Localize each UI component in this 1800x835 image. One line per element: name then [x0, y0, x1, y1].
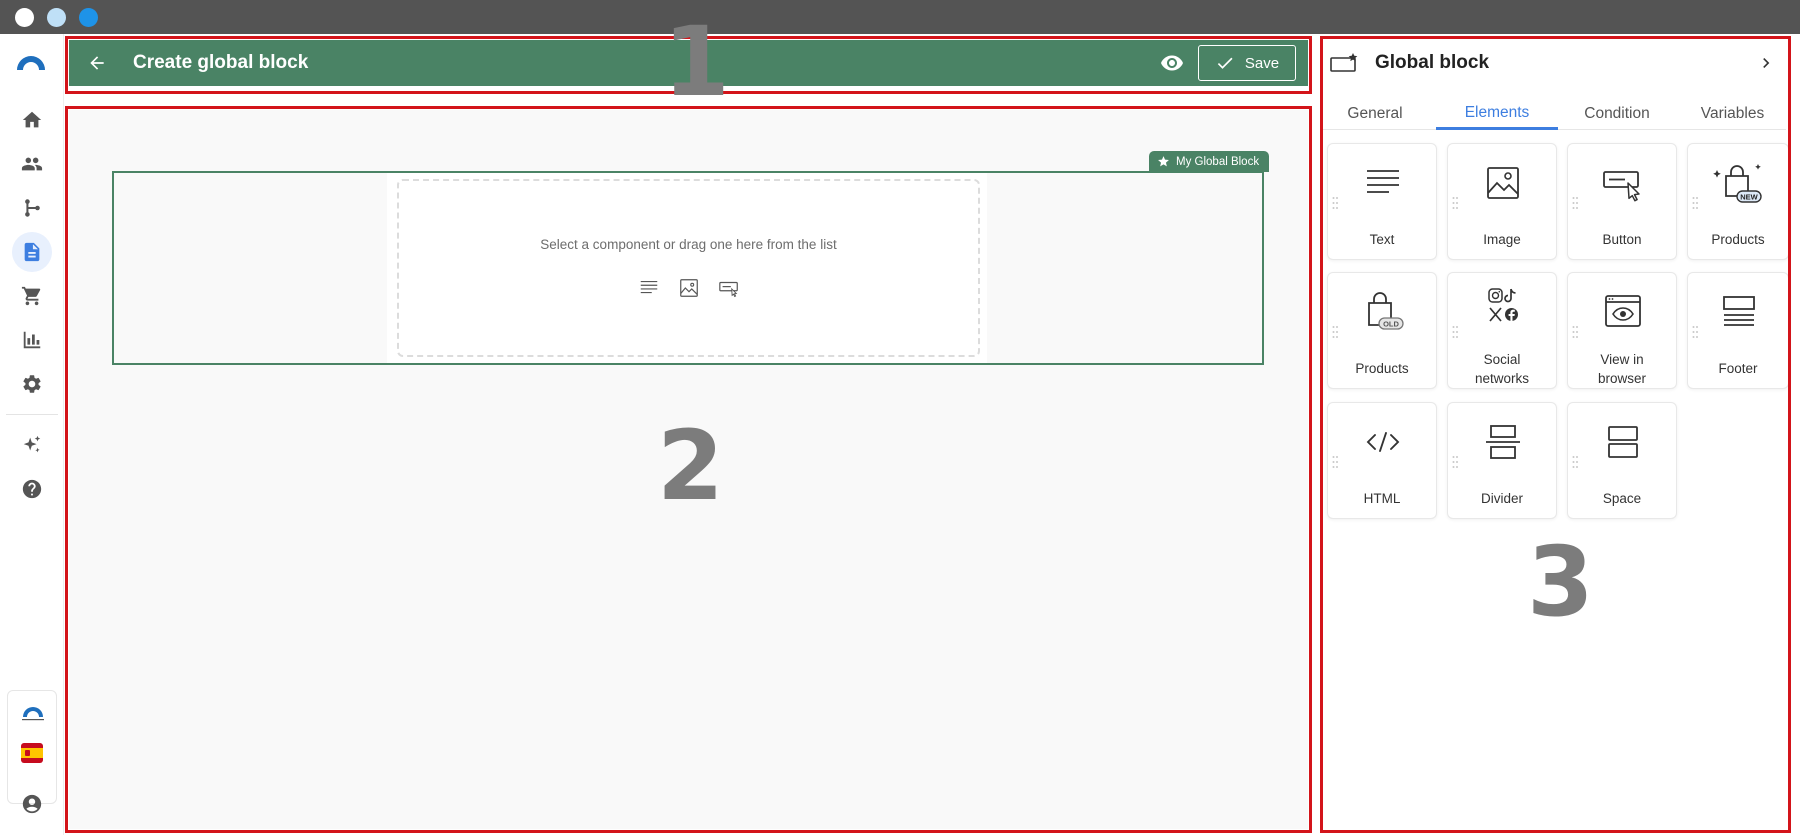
close-dot[interactable]: [15, 8, 34, 27]
nav-divider: [6, 414, 58, 415]
nav-item-home[interactable]: [12, 100, 52, 140]
annotation-number-1: 1: [663, 6, 730, 118]
nav-item-ai[interactable]: [12, 425, 52, 465]
nav-item-contacts[interactable]: [12, 144, 52, 184]
help-circle-icon: [22, 479, 42, 499]
nav-item-analytics[interactable]: [12, 320, 52, 360]
home-icon: [22, 111, 42, 128]
branch-icon: [25, 199, 40, 217]
annotation-number-3: 3: [1527, 526, 1594, 638]
window-titlebar: [0, 0, 1800, 34]
annotation-number-2: 2: [657, 410, 724, 522]
nav-item-ecommerce[interactable]: [12, 276, 52, 316]
account-circle-icon: [22, 794, 42, 814]
nav-item-help[interactable]: [12, 469, 52, 509]
document-icon: [24, 242, 40, 262]
bar-chart-icon: [23, 331, 41, 349]
nav-item-flows[interactable]: [12, 188, 52, 228]
app-logo-icon[interactable]: [14, 52, 48, 72]
maximize-dot[interactable]: [79, 8, 98, 27]
connectif-logo-icon[interactable]: [19, 705, 47, 721]
nav-item-profile[interactable]: [12, 784, 52, 824]
gear-icon: [23, 375, 41, 393]
es-flag-icon[interactable]: [21, 743, 43, 763]
nav-item-settings[interactable]: [12, 364, 52, 404]
people-icon: [21, 157, 43, 171]
sparkles-icon: [23, 435, 41, 453]
left-nav: [0, 34, 64, 835]
annotation-box-panel: [1320, 36, 1791, 833]
nav-item-content[interactable]: [12, 232, 52, 272]
minimize-dot[interactable]: [47, 8, 66, 27]
cart-icon: [21, 286, 41, 306]
